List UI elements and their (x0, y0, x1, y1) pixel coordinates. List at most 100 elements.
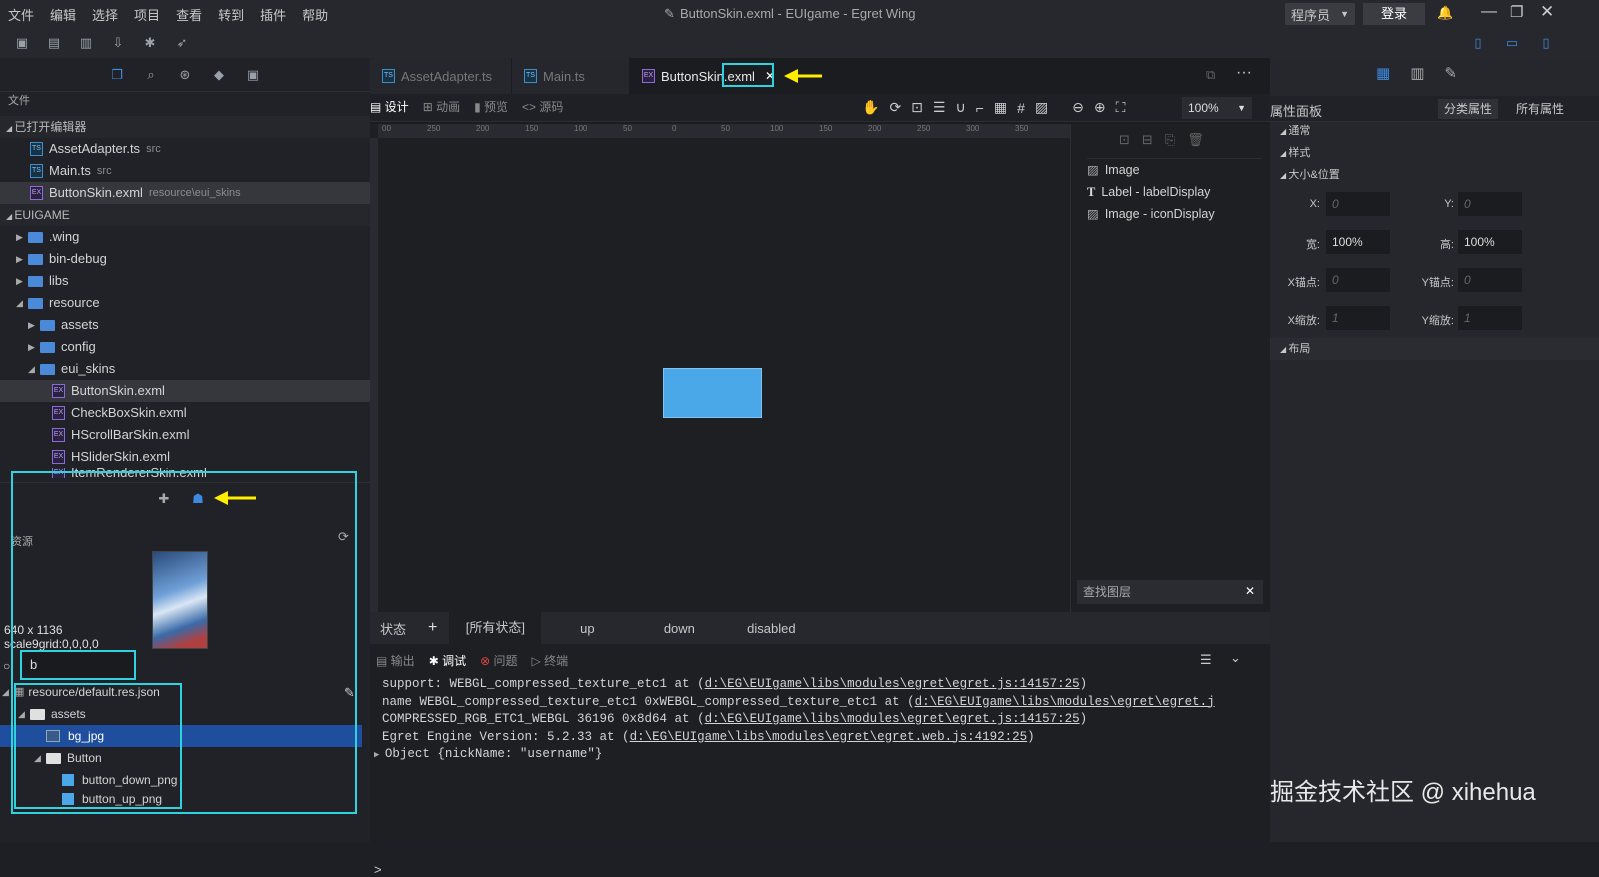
rocket-icon[interactable]: ➶ (174, 35, 190, 51)
zoom-select[interactable]: 100% ▼ (1182, 97, 1252, 119)
tab-problems[interactable]: ⊗ 问题 (480, 652, 517, 669)
align-icon[interactable]: ☰ (933, 99, 946, 116)
table-icon[interactable]: ▦ (994, 99, 1007, 116)
bell-icon[interactable]: 🔔 (1437, 5, 1453, 21)
console-link[interactable]: d:\EG\EUIgame\libs\modules\egret\egret.j… (705, 677, 1080, 691)
tree-item[interactable]: EX HScrollBarSkin.exml (0, 424, 370, 446)
publish-icon[interactable]: ⇩ (110, 35, 126, 51)
section-style[interactable]: ◢ 样式 (1270, 142, 1599, 164)
debug-icon[interactable]: ✱ (142, 35, 158, 51)
menu-view[interactable]: 查看 (176, 5, 202, 24)
scale-y-input[interactable]: 1 (1458, 306, 1522, 330)
resources-icon[interactable]: ▣ (245, 67, 261, 83)
anchor-y-input[interactable]: 0 (1458, 268, 1522, 292)
layout-left-icon[interactable]: ▯ (1470, 35, 1486, 51)
brush-icon[interactable]: ✎ (1444, 64, 1457, 82)
tree-item[interactable]: ◢ resource (0, 292, 370, 314)
menu-plugins[interactable]: 插件 (260, 5, 286, 24)
state-tab[interactable]: up (541, 621, 633, 636)
fit-screen-icon[interactable]: ⛶ (1116, 99, 1126, 116)
menu-help[interactable]: 帮助 (302, 5, 328, 24)
fit-icon[interactable]: ⊡ (911, 99, 923, 116)
maximize-icon[interactable]: ❐ (1510, 3, 1523, 21)
close-window-icon[interactable]: ✕ (1540, 2, 1554, 22)
menu-edit[interactable]: 编辑 (50, 5, 76, 24)
tab-preview[interactable]: ▮ 预览 (474, 98, 508, 115)
role-dropdown[interactable]: 程序员 ▼ (1285, 3, 1355, 25)
grid-icon[interactable]: # (1017, 100, 1025, 116)
minimize-icon[interactable]: — (1481, 3, 1497, 21)
menu-file[interactable]: 文件 (8, 5, 34, 24)
tree-item[interactable]: ▶ libs (0, 270, 370, 292)
tab-output[interactable]: ▤ 输出 (376, 652, 415, 669)
library-icon[interactable]: ▥ (1410, 64, 1424, 82)
tab-debug[interactable]: ✱ 调试 (429, 652, 466, 669)
zoom-in-icon[interactable]: ⊕ (1094, 99, 1106, 116)
menu-select[interactable]: 选择 (92, 5, 118, 24)
menu-project[interactable]: 项目 (134, 5, 160, 24)
magnet-icon[interactable]: ∪ (955, 99, 965, 116)
image-icon[interactable]: ▨ (1035, 99, 1048, 116)
search-icon[interactable]: ⌕ (143, 67, 159, 83)
x-input[interactable]: 0 (1326, 192, 1390, 216)
open-editor-item[interactable]: TS AssetAdapter.ts src (0, 138, 370, 160)
design-canvas[interactable]: 00 250 200 150 100 50 0 50 100 150 200 2… (370, 124, 1070, 612)
tab-main[interactable]: TS Main.ts (512, 58, 630, 94)
tree-item[interactable]: EX CheckBoxSkin.exml (0, 402, 370, 424)
tree-item[interactable]: ▶ bin-debug (0, 248, 370, 270)
layer-search-input[interactable]: 查找图层 (1077, 580, 1263, 604)
clear-console-icon[interactable]: ☰ (1200, 652, 1212, 668)
tree-item[interactable]: ◢ eui_skins (0, 358, 370, 380)
tab-animation[interactable]: ⊞ 动画 (423, 98, 460, 115)
files-icon[interactable]: ❐ (109, 67, 125, 83)
layer-item[interactable]: T Label - labelDisplay (1087, 181, 1262, 203)
properties-icon[interactable]: ▦ (1376, 64, 1390, 82)
section-size-position[interactable]: ◢ 大小&位置 (1270, 164, 1599, 186)
state-tab[interactable]: disabled (725, 621, 817, 636)
menu-goto[interactable]: 转到 (218, 5, 244, 24)
button-skin-preview[interactable] (663, 368, 762, 418)
section-layout[interactable]: ◢ 布局 (1270, 338, 1599, 360)
git-icon[interactable]: ◆ (211, 67, 227, 83)
rotate-icon[interactable]: ⟳ (889, 99, 901, 116)
open-editor-item[interactable]: EX ButtonSkin.exml resource\eui_skins (0, 182, 370, 204)
section-general[interactable]: ◢ 通常 (1270, 120, 1599, 142)
open-editor-item[interactable]: TS Main.ts src (0, 160, 370, 182)
tab-terminal[interactable]: ▷ 终端 (532, 652, 569, 669)
anchor-x-input[interactable]: 0 (1326, 268, 1390, 292)
copy-icon[interactable]: ⎘ (1165, 132, 1175, 148)
tab-design[interactable]: ▤ 设计 (370, 98, 409, 115)
category-properties-button[interactable]: 分类属性 (1438, 99, 1499, 119)
new-project-icon[interactable]: ▣ (14, 35, 30, 51)
tree-item[interactable]: EX ButtonSkin.exml (0, 380, 370, 402)
layout-right-icon[interactable]: ▯ (1538, 35, 1554, 51)
zoom-out-icon[interactable]: ⊖ (1072, 99, 1084, 116)
scale-x-input[interactable]: 1 (1326, 306, 1390, 330)
all-properties-button[interactable]: 所有属性 (1510, 99, 1570, 119)
console-link[interactable]: d:\EG\EUIgame\libs\modules\egret\egret.w… (630, 730, 1028, 744)
extensions-icon[interactable]: ⊛ (177, 67, 193, 83)
split-icon[interactable]: ⧉ (1206, 67, 1215, 83)
open-editors-section[interactable]: ◢ 已打开编辑器 (0, 116, 370, 138)
tree-item[interactable]: ▶ config (0, 336, 370, 358)
console-link[interactable]: d:\EG\EUIgame\libs\modules\egret\egret.j (915, 695, 1215, 709)
layer-item[interactable]: ▨ Image - iconDisplay (1087, 203, 1262, 225)
tab-assetadapter[interactable]: TS AssetAdapter.ts (370, 58, 512, 94)
more-icon[interactable]: ··· (1236, 64, 1252, 82)
state-tab[interactable]: [所有状态] (449, 612, 542, 644)
hand-icon[interactable]: ✋ (862, 99, 879, 116)
state-tab[interactable]: down (633, 621, 725, 636)
tree-item[interactable]: EX HSliderSkin.exml (0, 446, 370, 468)
width-input[interactable]: 100% (1326, 230, 1390, 254)
chevron-down-icon[interactable]: ⌄ (1230, 650, 1241, 666)
tree-item[interactable]: ▶ .wing (0, 226, 370, 248)
ungroup-icon[interactable]: ⊟ (1142, 132, 1153, 148)
group-icon[interactable]: ⊡ (1119, 132, 1130, 148)
delete-icon[interactable]: 🗑 (1187, 132, 1204, 148)
clear-icon[interactable]: ✕ (1245, 584, 1255, 598)
login-button[interactable]: 登录 (1363, 3, 1425, 25)
console-line[interactable]: ▶ Object {nickName: "username"} (374, 746, 1262, 765)
layout-bottom-icon[interactable]: ▭ (1504, 35, 1520, 51)
layer-item[interactable]: ▨ Image (1087, 159, 1262, 181)
tree-item[interactable]: ▶ assets (0, 314, 370, 336)
